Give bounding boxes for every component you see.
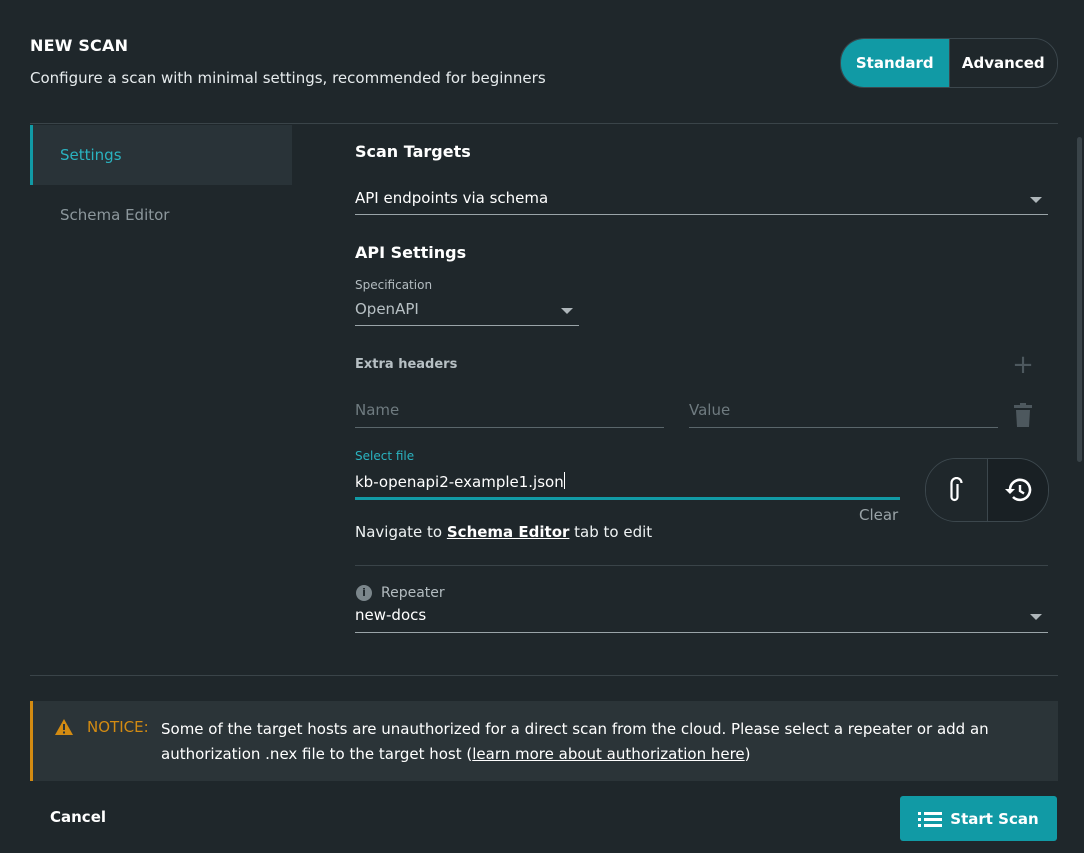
header-name-placeholder: Name — [355, 401, 400, 419]
extra-headers-label: Extra headers — [355, 357, 458, 372]
list-icon — [918, 811, 943, 827]
notice-text-part2: ) — [744, 745, 751, 763]
start-scan-button[interactable]: Start Scan — [900, 796, 1057, 841]
clear-button[interactable]: Clear — [859, 506, 898, 524]
specification-label: Specification — [355, 278, 433, 292]
header-value-placeholder: Value — [689, 401, 731, 419]
authorization-link[interactable]: learn more about authorization here — [472, 745, 744, 763]
scan-targets-select[interactable]: API endpoints via schema — [355, 187, 1048, 215]
section-divider — [355, 565, 1048, 566]
specification-value: OpenAPI — [355, 300, 419, 318]
navigate-prefix: Navigate to — [355, 523, 447, 541]
file-action-group — [925, 458, 1049, 522]
navigate-suffix: tab to edit — [569, 523, 653, 541]
dialog-title: NEW SCAN — [30, 36, 129, 55]
repeater-value: new-docs — [355, 606, 427, 624]
repeater-select[interactable]: new-docs — [355, 604, 1048, 633]
warning-icon — [55, 719, 73, 735]
navigate-hint: Navigate to Schema Editor tab to edit — [355, 523, 652, 541]
select-file-label: Select file — [355, 449, 415, 463]
scan-targets-title: Scan Targets — [355, 142, 471, 161]
select-file-underline — [355, 497, 900, 500]
attach-file-button[interactable] — [926, 459, 987, 521]
scan-targets-value: API endpoints via schema — [355, 189, 549, 207]
trash-icon[interactable] — [1014, 403, 1032, 427]
new-scan-dialog: NEW SCAN Configure a scan with minimal s… — [0, 0, 1084, 853]
paperclip-icon — [950, 477, 963, 502]
file-history-button[interactable] — [986, 459, 1048, 521]
history-icon — [1004, 478, 1032, 502]
specification-select[interactable]: OpenAPI — [355, 298, 579, 326]
standard-mode-button[interactable]: Standard — [841, 39, 949, 87]
content-divider — [30, 675, 1058, 676]
select-file-value: kb-openapi2-example1.json — [355, 473, 564, 491]
chevron-down-icon — [561, 308, 573, 314]
header-name-input[interactable]: Name — [355, 398, 664, 428]
chevron-down-icon — [1030, 614, 1042, 620]
api-settings-title: API Settings — [355, 243, 467, 262]
scrollbar[interactable] — [1077, 137, 1082, 462]
cancel-button[interactable]: Cancel — [50, 808, 106, 826]
add-header-icon[interactable]: + — [1012, 352, 1034, 378]
text-cursor — [563, 472, 565, 489]
sidebar-item-settings[interactable]: Settings — [30, 125, 292, 185]
schema-editor-link[interactable]: Schema Editor — [447, 523, 570, 541]
notice-label: NOTICE: — [87, 718, 149, 736]
select-file-input[interactable]: kb-openapi2-example1.json — [355, 472, 565, 491]
repeater-label: Repeater — [381, 585, 445, 601]
header-divider — [30, 123, 1058, 124]
dialog-subtitle: Configure a scan with minimal settings, … — [30, 69, 546, 87]
mode-toggle: Standard Advanced — [840, 38, 1058, 88]
notice-text: Some of the target hosts are unauthorize… — [161, 717, 1041, 767]
start-scan-label: Start Scan — [950, 809, 1039, 828]
header-value-input[interactable]: Value — [689, 398, 998, 428]
notice-banner: NOTICE: Some of the target hosts are una… — [30, 701, 1058, 781]
info-icon: i — [356, 585, 372, 601]
sidebar-item-schema-editor[interactable]: Schema Editor — [30, 185, 292, 245]
chevron-down-icon — [1030, 197, 1042, 203]
advanced-mode-button[interactable]: Advanced — [948, 39, 1057, 87]
